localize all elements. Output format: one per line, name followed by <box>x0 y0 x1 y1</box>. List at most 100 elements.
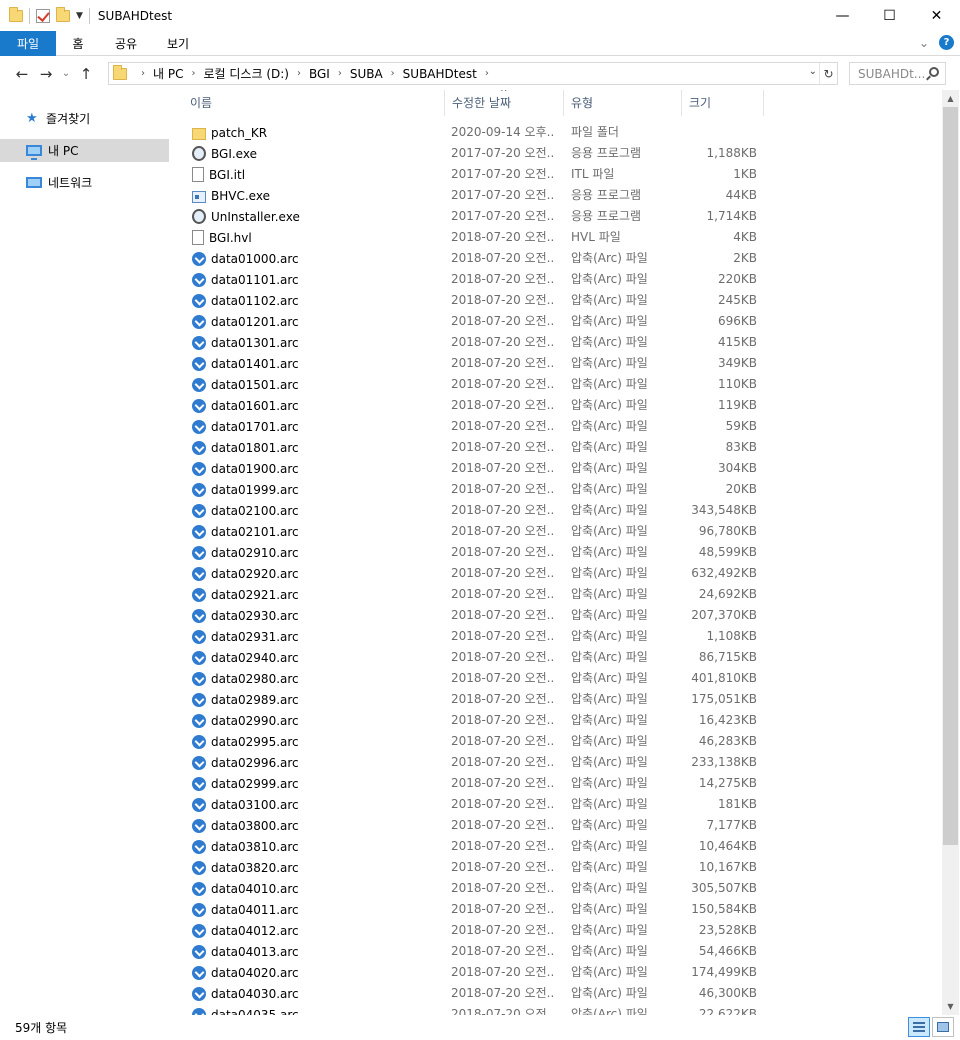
tab-view[interactable]: 보기 <box>152 31 204 56</box>
file-name-cell[interactable]: data02930.arc <box>192 605 299 626</box>
file-name-cell[interactable]: data02920.arc <box>192 563 299 584</box>
file-name-cell[interactable]: data04020.arc <box>192 962 299 983</box>
file-name-cell[interactable]: data01999.arc <box>192 479 299 500</box>
large-icons-view-button[interactable] <box>932 1017 954 1037</box>
up-button[interactable]: ↑ <box>74 62 98 86</box>
forward-button[interactable]: → <box>34 62 58 86</box>
file-row[interactable]: data04013.arc 2018-07-20 오전... 압축(Arc) 파일 5… <box>182 941 942 962</box>
vertical-scrollbar[interactable]: ▲ ▼ <box>942 90 959 1015</box>
file-row[interactable]: data04020.arc 2018-07-20 오전... 압축(Arc) 파일 1… <box>182 962 942 983</box>
breadcrumb-suba[interactable]: SUBA <box>350 67 383 81</box>
help-icon[interactable]: ? <box>939 35 954 50</box>
file-name-cell[interactable]: data04011.arc <box>192 899 299 920</box>
search-input[interactable]: SUBAHDt... <box>849 62 946 85</box>
file-name-cell[interactable]: data02999.arc <box>192 773 299 794</box>
file-row[interactable]: data02931.arc 2018-07-20 오전... 압축(Arc) 파일 1… <box>182 626 942 647</box>
file-name-cell[interactable]: data02101.arc <box>192 521 299 542</box>
file-row[interactable]: data02920.arc 2018-07-20 오전... 압축(Arc) 파일 6… <box>182 563 942 584</box>
customize-toolbar-dropdown[interactable]: ▼ <box>76 11 83 21</box>
file-row[interactable]: data01101.arc 2018-07-20 오전... 압축(Arc) 파일 2… <box>182 269 942 290</box>
file-name-cell[interactable]: data04010.arc <box>192 878 299 899</box>
file-row[interactable]: BGI.hvl 2018-07-20 오전... HVL 파일 4KB <box>182 227 942 248</box>
file-name-cell[interactable]: patch_KR <box>192 122 267 143</box>
file-row[interactable]: data04011.arc 2018-07-20 오전... 압축(Arc) 파일 1… <box>182 899 942 920</box>
file-name-cell[interactable]: data02100.arc <box>192 500 299 521</box>
file-row[interactable]: data01601.arc 2018-07-20 오전... 압축(Arc) 파일 1… <box>182 395 942 416</box>
file-name-cell[interactable]: data01301.arc <box>192 332 299 353</box>
back-button[interactable]: ← <box>10 62 34 86</box>
scrollbar-thumb[interactable] <box>943 107 958 845</box>
breadcrumb-bgi[interactable]: BGI <box>309 67 330 81</box>
file-name-cell[interactable]: BHVC.exe <box>192 185 270 206</box>
file-name-cell[interactable]: data01801.arc <box>192 437 299 458</box>
file-row[interactable]: data02940.arc 2018-07-20 오전... 압축(Arc) 파일 8… <box>182 647 942 668</box>
breadcrumb-local-disk[interactable]: 로컬 디스크 (D:) <box>203 65 288 82</box>
file-name-cell[interactable]: data04013.arc <box>192 941 299 962</box>
details-view-button[interactable] <box>908 1017 930 1037</box>
file-row[interactable]: data01401.arc 2018-07-20 오전... 압축(Arc) 파일 3… <box>182 353 942 374</box>
file-name-cell[interactable]: BGI.hvl <box>192 227 252 248</box>
chevron-right-icon[interactable]: › <box>297 68 301 79</box>
file-row[interactable]: data01900.arc 2018-07-20 오전... 압축(Arc) 파일 3… <box>182 458 942 479</box>
file-row[interactable]: data04012.arc 2018-07-20 오전... 압축(Arc) 파일 2… <box>182 920 942 941</box>
file-row[interactable]: data01701.arc 2018-07-20 오전... 압축(Arc) 파일 5… <box>182 416 942 437</box>
file-row[interactable]: data04010.arc 2018-07-20 오전... 압축(Arc) 파일 3… <box>182 878 942 899</box>
file-name-cell[interactable]: data01501.arc <box>192 374 299 395</box>
file-name-cell[interactable]: data01601.arc <box>192 395 299 416</box>
refresh-button[interactable]: ↻ <box>819 63 837 84</box>
file-name-cell[interactable]: data04030.arc <box>192 983 299 1004</box>
file-name-cell[interactable]: data03100.arc <box>192 794 299 815</box>
file-row[interactable]: data01102.arc 2018-07-20 오전... 압축(Arc) 파일 2… <box>182 290 942 311</box>
file-name-cell[interactable]: data03810.arc <box>192 836 299 857</box>
file-name-cell[interactable]: UnInstaller.exe <box>192 206 300 227</box>
file-row[interactable]: data02996.arc 2018-07-20 오전... 압축(Arc) 파일 2… <box>182 752 942 773</box>
file-name-cell[interactable]: data01701.arc <box>192 416 299 437</box>
file-name-cell[interactable]: data03820.arc <box>192 857 299 878</box>
file-name-cell[interactable]: data02980.arc <box>192 668 299 689</box>
column-header-size[interactable]: 크기 <box>681 90 763 116</box>
file-row[interactable]: data03810.arc 2018-07-20 오전... 압축(Arc) 파일 1… <box>182 836 942 857</box>
file-row[interactable]: data02930.arc 2018-07-20 오전... 압축(Arc) 파일 2… <box>182 605 942 626</box>
file-row[interactable]: UnInstaller.exe 2017-07-20 오전... 응용 프로그램 1,… <box>182 206 942 227</box>
expand-ribbon-icon[interactable]: ⌄ <box>919 36 929 50</box>
file-row[interactable]: data04030.arc 2018-07-20 오전... 압축(Arc) 파일 4… <box>182 983 942 1004</box>
file-row[interactable]: BGI.itl 2017-07-20 오전... ITL 파일 1KB <box>182 164 942 185</box>
file-row[interactable]: data02995.arc 2018-07-20 오전... 압축(Arc) 파일 4… <box>182 731 942 752</box>
file-name-cell[interactable]: data01000.arc <box>192 248 299 269</box>
file-name-cell[interactable]: data04035.arc <box>192 1004 299 1015</box>
file-row[interactable]: data02101.arc 2018-07-20 오전... 압축(Arc) 파일 9… <box>182 521 942 542</box>
file-row[interactable]: data02989.arc 2018-07-20 오전... 압축(Arc) 파일 1… <box>182 689 942 710</box>
close-button[interactable]: ✕ <box>913 0 960 31</box>
address-history-dropdown[interactable]: ⌄ <box>809 66 817 77</box>
file-name-cell[interactable]: data02995.arc <box>192 731 299 752</box>
chevron-right-icon[interactable]: › <box>141 68 145 79</box>
breadcrumb-subahdtest[interactable]: SUBAHDtest <box>403 67 477 81</box>
address-bar[interactable]: › 내 PC › 로컬 디스크 (D:) › BGI › SUBA › SUBA… <box>108 62 838 85</box>
properties-icon[interactable] <box>36 8 50 23</box>
file-name-cell[interactable]: data02996.arc <box>192 752 299 773</box>
minimize-button[interactable]: — <box>819 0 866 31</box>
file-row[interactable]: BHVC.exe 2017-07-20 오전... 응용 프로그램 44KB <box>182 185 942 206</box>
breadcrumb-this-pc[interactable]: 내 PC <box>153 65 183 82</box>
file-row[interactable]: data03800.arc 2018-07-20 오전... 압축(Arc) 파일 7… <box>182 815 942 836</box>
file-name-cell[interactable]: data04012.arc <box>192 920 299 941</box>
file-name-cell[interactable]: BGI.exe <box>192 143 257 164</box>
file-row[interactable]: BGI.exe 2017-07-20 오전... 응용 프로그램 1,188KB <box>182 143 942 164</box>
sidebar-item-this-pc[interactable]: 내 PC <box>0 139 169 162</box>
file-name-cell[interactable]: data01401.arc <box>192 353 299 374</box>
chevron-right-icon[interactable]: › <box>191 68 195 79</box>
file-name-cell[interactable]: BGI.itl <box>192 164 245 185</box>
file-row[interactable]: data03100.arc 2018-07-20 오전... 압축(Arc) 파일 1… <box>182 794 942 815</box>
file-name-cell[interactable]: data02910.arc <box>192 542 299 563</box>
chevron-right-icon[interactable]: › <box>391 68 395 79</box>
file-row[interactable]: data02999.arc 2018-07-20 오전... 압축(Arc) 파일 1… <box>182 773 942 794</box>
recent-locations-button[interactable]: ⌄ <box>58 62 74 86</box>
scroll-up-arrow-icon[interactable]: ▲ <box>942 90 959 107</box>
column-divider[interactable] <box>763 90 764 116</box>
file-row[interactable]: data01501.arc 2018-07-20 오전... 압축(Arc) 파일 1… <box>182 374 942 395</box>
file-row[interactable]: data01301.arc 2018-07-20 오전... 압축(Arc) 파일 4… <box>182 332 942 353</box>
file-row[interactable]: data02910.arc 2018-07-20 오전... 압축(Arc) 파일 4… <box>182 542 942 563</box>
column-header-type[interactable]: 유형 <box>563 90 681 116</box>
file-name-cell[interactable]: data02989.arc <box>192 689 299 710</box>
tab-home[interactable]: 홈 <box>56 31 100 56</box>
